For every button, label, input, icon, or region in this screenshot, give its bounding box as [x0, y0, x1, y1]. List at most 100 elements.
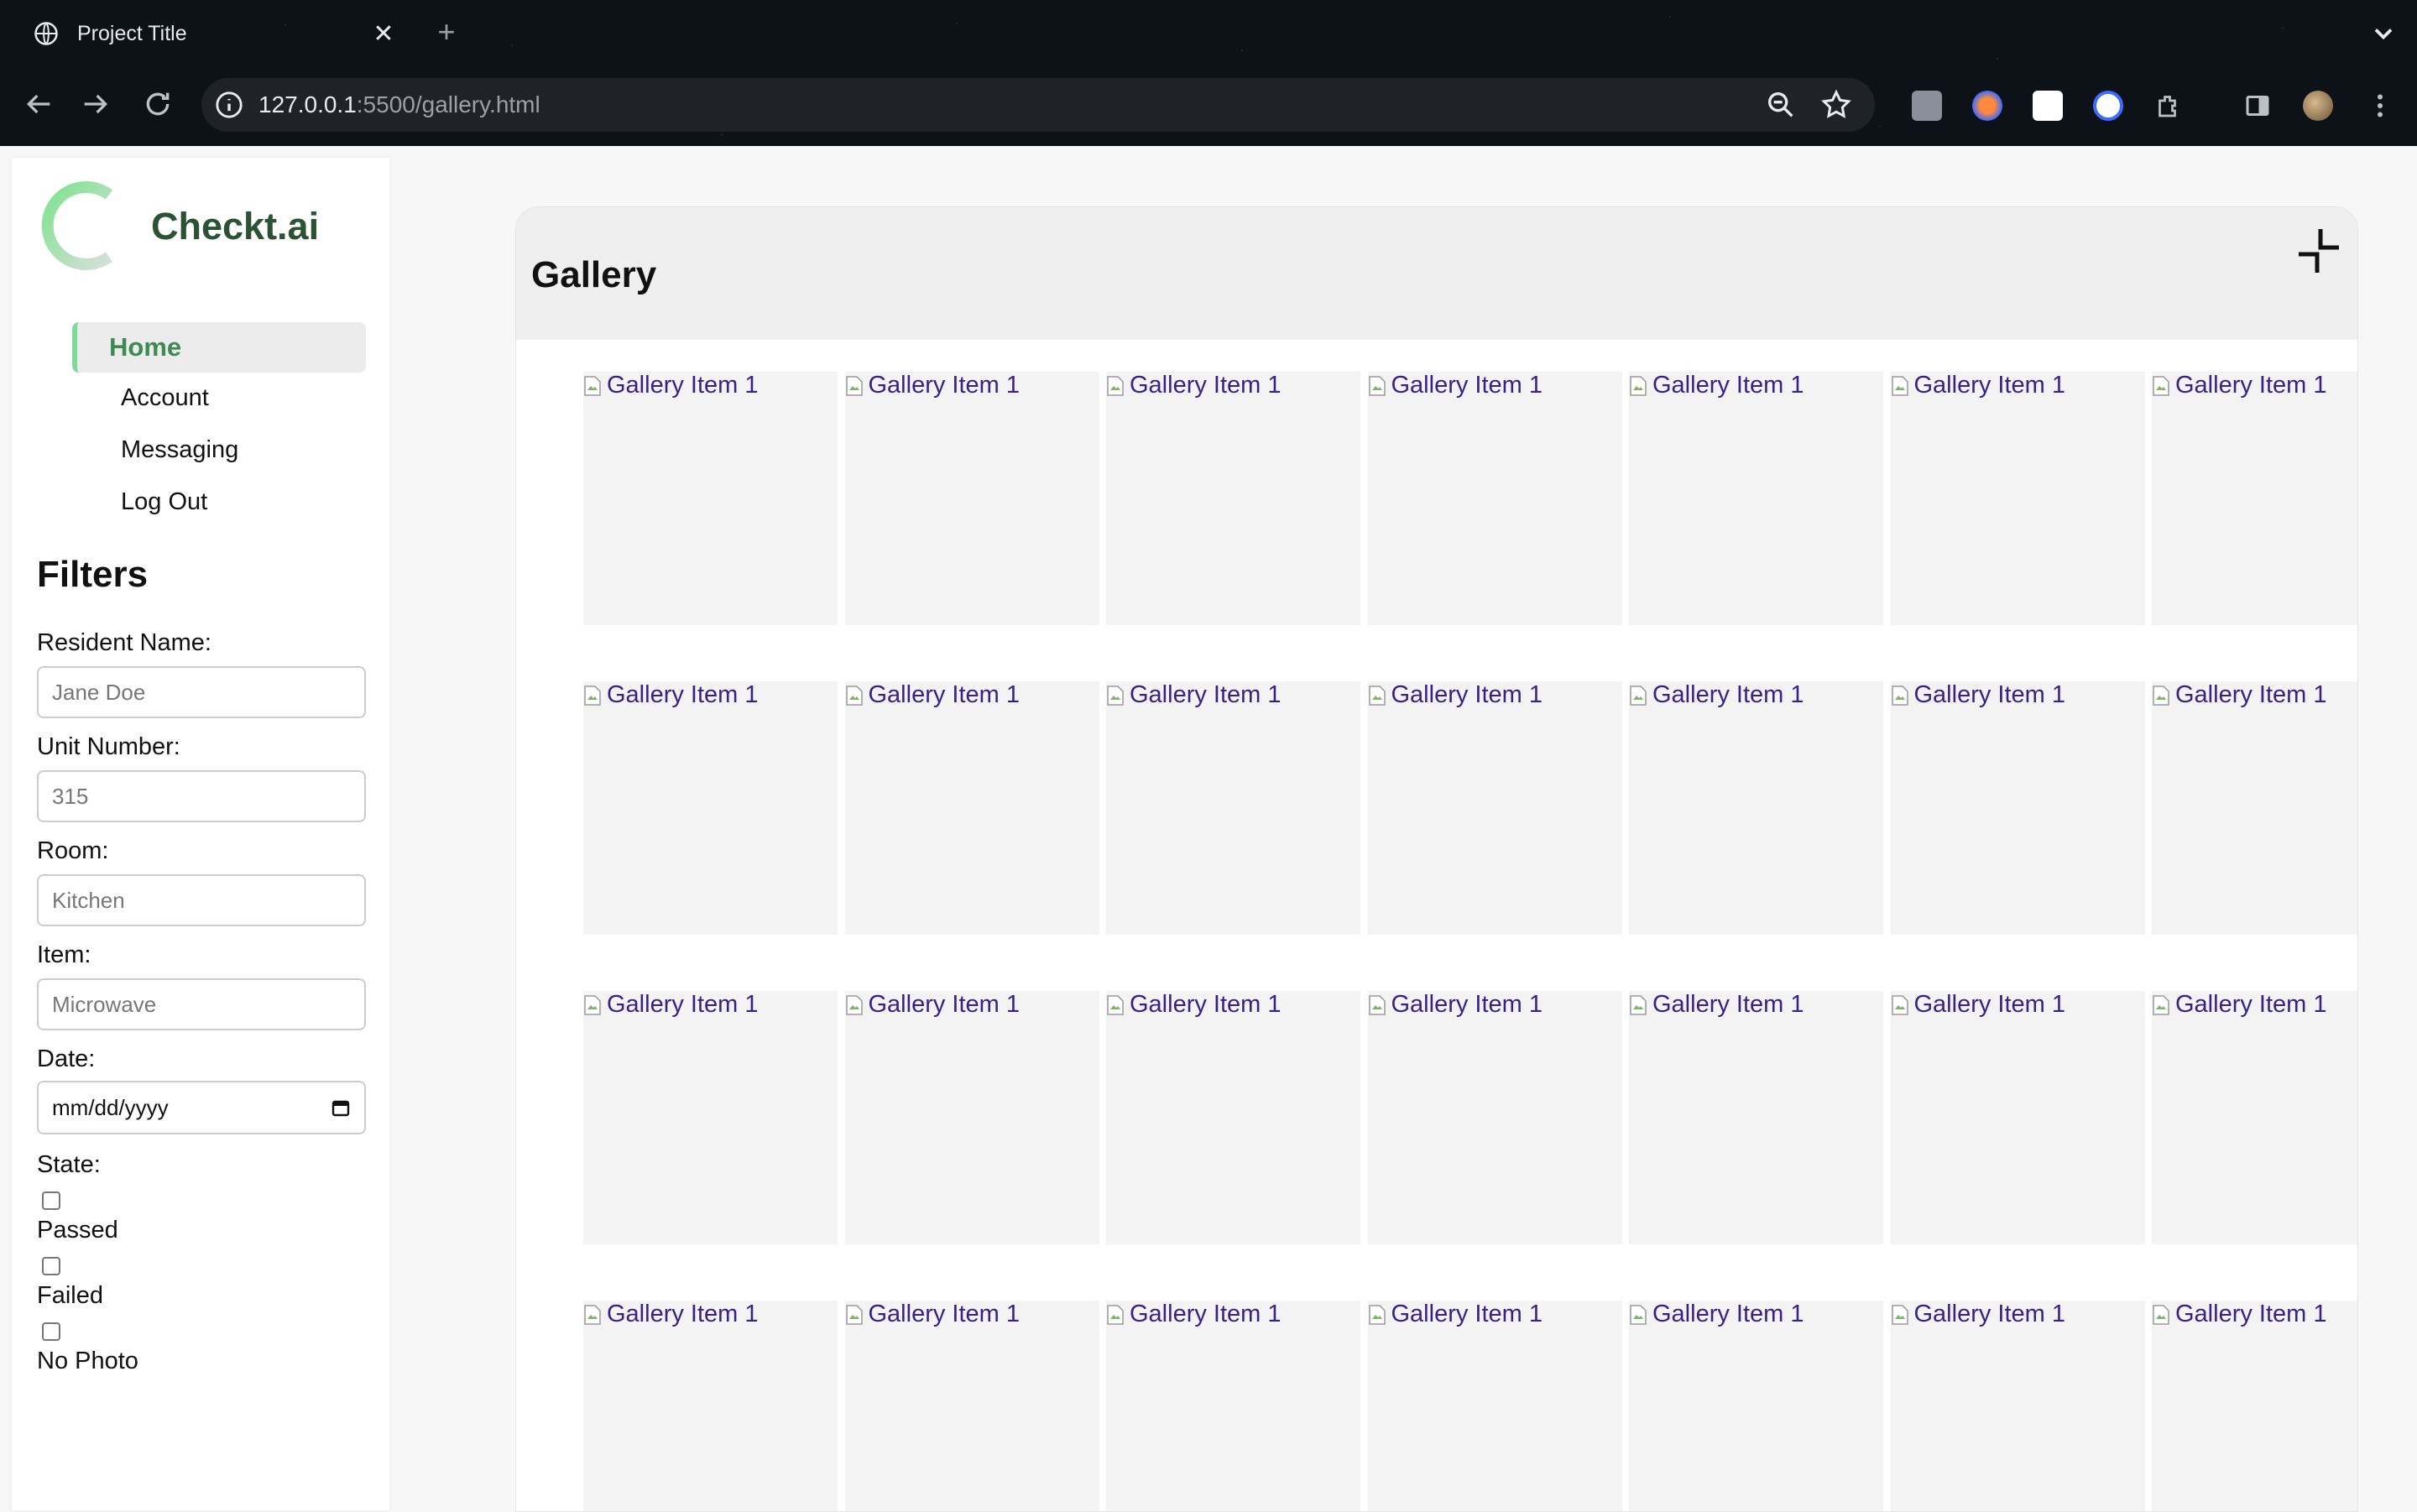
gallery-item-alt: Gallery Item 1 [1652, 681, 1804, 708]
gallery-item[interactable]: Gallery Item 1 [1629, 681, 1883, 935]
gallery-item[interactable]: Gallery Item 1 [1367, 1301, 1622, 1511]
broken-image-icon [1891, 375, 1908, 396]
gallery-item[interactable]: Gallery Item 1 [2152, 991, 2357, 1244]
tab-search-chevron-icon[interactable] [2368, 18, 2399, 49]
gallery-item[interactable]: Gallery Item 1 [844, 991, 1099, 1244]
gallery-item[interactable]: Gallery Item 1 [2152, 372, 2357, 625]
broken-image-icon [1368, 685, 1386, 706]
gallery-item[interactable]: Gallery Item 1 [1890, 991, 2145, 1244]
state-label: State: [37, 1151, 101, 1178]
passed-checkbox[interactable] [42, 1191, 60, 1210]
resident-name-input[interactable] [37, 666, 366, 718]
browser-tab[interactable]: Project Title ✕ [15, 8, 410, 59]
info-icon[interactable] [215, 91, 243, 119]
nav-messaging[interactable]: Messaging [121, 436, 238, 464]
date-input[interactable]: mm/dd/yyyy [37, 1081, 366, 1134]
broken-image-icon [1107, 994, 1124, 1015]
gallery-item-alt: Gallery Item 1 [607, 372, 759, 399]
gallery-item[interactable]: Gallery Item 1 [844, 1301, 1099, 1511]
nav-logout[interactable]: Log Out [121, 488, 207, 516]
gallery-item-image: Gallery Item 1 [1891, 1301, 2145, 1328]
nav-home[interactable]: Home [72, 322, 366, 373]
unit-number-label: Unit Number: [37, 733, 180, 760]
gallery-item[interactable]: Gallery Item 1 [583, 1301, 838, 1511]
extension-icon-4[interactable] [2093, 91, 2123, 121]
gallery-item-image: Gallery Item 1 [2152, 1301, 2357, 1328]
menu-icon[interactable] [2365, 91, 2395, 121]
extension-icon-2[interactable] [1972, 91, 2002, 121]
gallery-item-image: Gallery Item 1 [2152, 372, 2357, 399]
broken-image-icon [1891, 685, 1908, 706]
gallery-item[interactable]: Gallery Item 1 [1106, 372, 1360, 625]
nav-account[interactable]: Account [121, 384, 209, 412]
broken-image-icon [1368, 994, 1386, 1015]
gallery-item-alt: Gallery Item 1 [868, 681, 1021, 708]
gallery-item[interactable]: Gallery Item 1 [2152, 1301, 2357, 1511]
sidepanel-icon[interactable] [2242, 91, 2273, 121]
gallery-item-alt: Gallery Item 1 [1652, 1301, 1804, 1327]
browser-chrome: Project Title ✕ + 127.0.0.1:5500/gallery… [0, 0, 2417, 146]
gallery-item-alt: Gallery Item 1 [607, 681, 759, 708]
zoom-icon[interactable] [1764, 88, 1798, 122]
gallery-title: Gallery [531, 254, 657, 295]
gallery-item[interactable]: Gallery Item 1 [844, 681, 1099, 935]
unit-number-input[interactable] [37, 770, 366, 822]
item-input[interactable] [37, 978, 366, 1030]
tab-close-icon[interactable]: ✕ [371, 19, 396, 49]
gallery-item[interactable]: Gallery Item 1 [1629, 1301, 1883, 1511]
gallery-item[interactable]: Gallery Item 1 [583, 681, 838, 935]
gallery-item[interactable]: Gallery Item 1 [1106, 681, 1360, 935]
failed-checkbox[interactable] [42, 1257, 60, 1275]
gallery-item-alt: Gallery Item 1 [1130, 681, 1282, 708]
gallery-item-image: Gallery Item 1 [1629, 1301, 1883, 1328]
gallery-item-image: Gallery Item 1 [583, 372, 838, 399]
room-label: Room: [37, 837, 109, 864]
room-input[interactable] [37, 874, 366, 926]
back-icon[interactable] [22, 87, 55, 121]
gallery-item[interactable]: Gallery Item 1 [1890, 372, 2145, 625]
gallery-item-image: Gallery Item 1 [1368, 1301, 1622, 1328]
forward-icon[interactable] [79, 87, 112, 121]
gallery-item[interactable]: Gallery Item 1 [1890, 681, 2145, 935]
broken-image-icon [1630, 685, 1647, 706]
gallery-item-alt: Gallery Item 1 [1391, 1301, 1543, 1327]
new-tab-button[interactable]: + [430, 15, 463, 49]
broken-image-icon [1891, 994, 1908, 1015]
item-label: Item: [37, 941, 91, 968]
gallery-item[interactable]: Gallery Item 1 [1629, 991, 1883, 1244]
gallery-item[interactable]: Gallery Item 1 [1890, 1301, 2145, 1511]
gallery-item-alt: Gallery Item 1 [1130, 991, 1282, 1018]
address-bar[interactable]: 127.0.0.1:5500/gallery.html [201, 78, 1875, 132]
extensions-icon[interactable] [2153, 91, 2184, 121]
gallery-item-alt: Gallery Item 1 [1913, 991, 2066, 1018]
gallery-item[interactable]: Gallery Item 1 [1106, 991, 1360, 1244]
gallery-item[interactable]: Gallery Item 1 [583, 991, 838, 1244]
broken-image-icon [584, 1304, 601, 1325]
resident-name-label: Resident Name: [37, 629, 211, 656]
gallery-item-image: Gallery Item 1 [1629, 372, 1883, 399]
gallery-item-alt: Gallery Item 1 [607, 1301, 759, 1327]
gallery-item[interactable]: Gallery Item 1 [1106, 1301, 1360, 1511]
gallery-item[interactable]: Gallery Item 1 [1629, 372, 1883, 625]
gallery-item[interactable]: Gallery Item 1 [1367, 681, 1622, 935]
broken-image-icon [584, 994, 601, 1015]
gallery-item[interactable]: Gallery Item 1 [844, 372, 1099, 625]
no-photo-checkbox[interactable] [42, 1322, 60, 1341]
no-photo-label: No Photo [37, 1348, 138, 1374]
star-icon[interactable] [1819, 88, 1853, 122]
avatar[interactable] [2303, 91, 2333, 121]
tab-title: Project Title [77, 21, 187, 45]
gallery-item[interactable]: Gallery Item 1 [583, 372, 838, 625]
broken-image-icon [1368, 375, 1386, 396]
extension-icon-3[interactable] [2033, 91, 2063, 121]
reload-icon[interactable] [141, 87, 175, 121]
gallery-item[interactable]: Gallery Item 1 [2152, 681, 2357, 935]
extension-icon-1[interactable] [1912, 91, 1942, 121]
collapse-icon[interactable] [2294, 226, 2344, 276]
gallery-item[interactable]: Gallery Item 1 [1367, 372, 1622, 625]
gallery-item[interactable]: Gallery Item 1 [1367, 991, 1622, 1244]
url-path: :5500/gallery.html [356, 91, 540, 117]
gallery-item-image: Gallery Item 1 [1891, 372, 2145, 399]
failed-label: Failed [37, 1282, 103, 1309]
calendar-icon[interactable] [331, 1098, 351, 1118]
